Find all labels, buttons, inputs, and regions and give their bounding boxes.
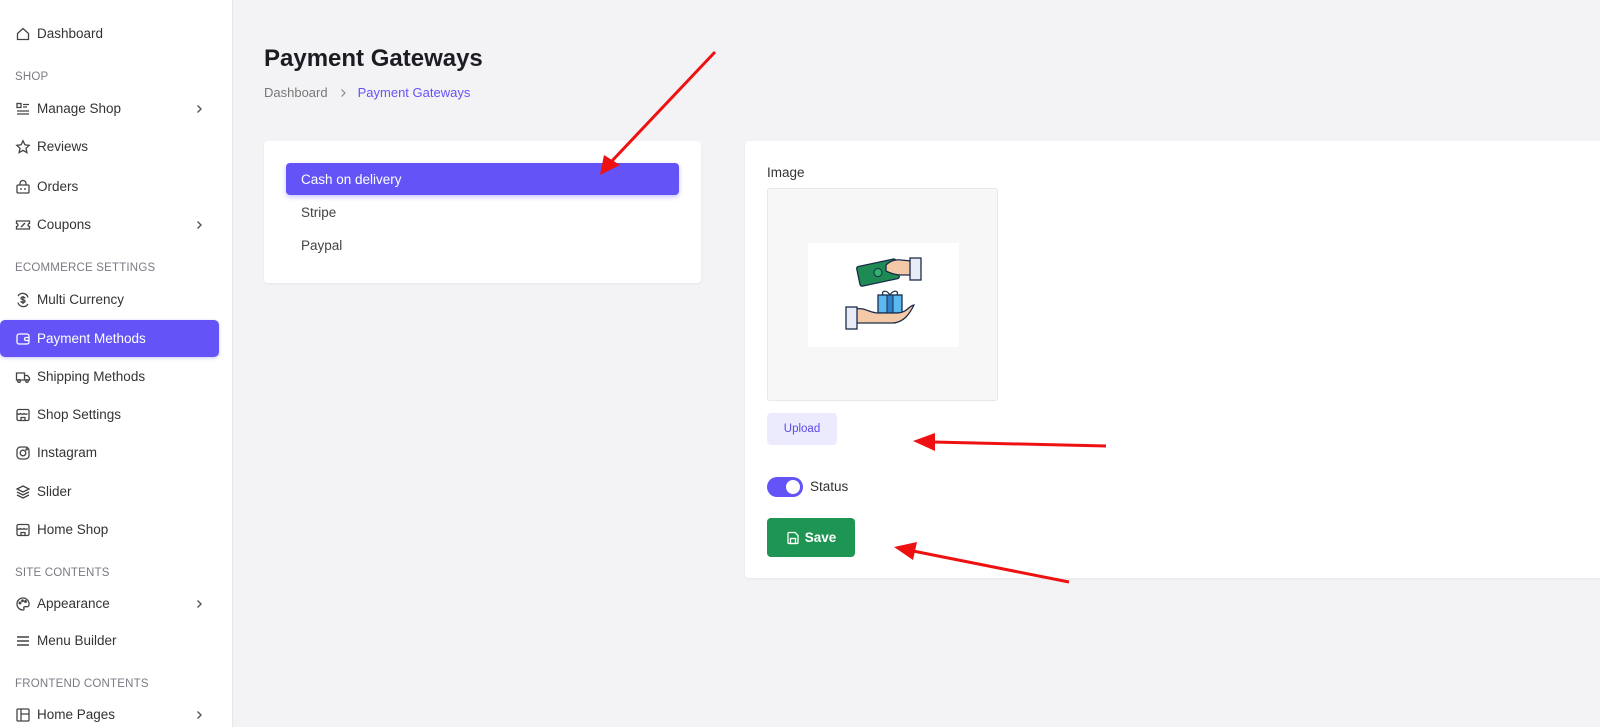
breadcrumb-current: Payment Gateways xyxy=(357,85,471,100)
gateway-item-cash-on-delivery[interactable]: Cash on delivery xyxy=(286,163,679,195)
section-heading-shop: SHOP xyxy=(15,71,49,83)
sidebar-item-label: Manage Shop xyxy=(37,101,122,116)
sidebar-item-label: Orders xyxy=(37,179,79,194)
currency-icon xyxy=(15,292,31,308)
instagram-icon xyxy=(15,445,31,461)
image-preview xyxy=(767,188,998,401)
layout-icon xyxy=(15,707,31,723)
sidebar-item-label: Reviews xyxy=(37,139,89,154)
sidebar-item-reviews[interactable]: Reviews xyxy=(0,128,219,165)
layers-icon xyxy=(15,484,31,500)
palette-icon xyxy=(15,596,31,612)
image-label: Image xyxy=(767,165,805,180)
sidebar-item-label: Coupons xyxy=(37,217,92,232)
menu-icon xyxy=(15,633,31,649)
gateway-list-card: Cash on delivery Stripe Paypal xyxy=(264,141,701,283)
breadcrumb-link-dashboard[interactable]: Dashboard xyxy=(264,85,328,100)
sidebar-item-shipping-methods[interactable]: Shipping Methods xyxy=(0,358,219,395)
ticket-icon xyxy=(15,217,31,233)
sidebar-item-appearance[interactable]: Appearance xyxy=(0,585,219,622)
gateway-form-card: Image Upload Status Save xyxy=(745,141,1600,578)
breadcrumb: Dashboard Payment Gateways xyxy=(264,85,470,100)
list-icon xyxy=(15,101,31,117)
save-button-label: Save xyxy=(804,530,837,545)
sidebar-item-label: Shipping Methods xyxy=(37,369,146,384)
status-label: Status xyxy=(810,479,849,494)
store-icon xyxy=(15,522,31,538)
gateway-item-stripe[interactable]: Stripe xyxy=(286,196,679,228)
basket-icon xyxy=(15,179,31,195)
sidebar-item-label: Shop Settings xyxy=(37,407,122,422)
upload-button[interactable]: Upload xyxy=(767,413,837,445)
sidebar-item-dashboard[interactable]: Dashboard xyxy=(0,15,219,52)
chevron-right-icon xyxy=(338,88,348,98)
home-icon xyxy=(15,26,31,42)
sidebar-item-label: Home Shop xyxy=(37,522,109,537)
section-heading-ecommerce: ECOMMERCE SETTINGS xyxy=(15,262,156,274)
chevron-right-icon xyxy=(197,220,202,229)
save-icon xyxy=(787,531,799,544)
status-toggle[interactable] xyxy=(767,477,803,497)
sidebar-item-label: Slider xyxy=(37,484,72,499)
sidebar: Dashboard SHOP Manage Shop Reviews Order… xyxy=(0,0,233,727)
chevron-right-icon xyxy=(197,599,202,608)
sidebar-item-label: Menu Builder xyxy=(37,633,117,648)
sidebar-item-instagram[interactable]: Instagram xyxy=(0,434,219,471)
sidebar-item-menu-builder[interactable]: Menu Builder xyxy=(0,622,219,659)
sidebar-item-shop-settings[interactable]: Shop Settings xyxy=(0,396,219,433)
sidebar-item-label: Home Pages xyxy=(37,707,116,722)
sidebar-item-label: Payment Methods xyxy=(37,331,146,346)
sidebar-item-label: Multi Currency xyxy=(37,292,125,307)
sidebar-item-orders[interactable]: Orders xyxy=(0,168,219,205)
store-icon xyxy=(15,407,31,423)
save-button[interactable]: Save xyxy=(767,518,855,557)
sidebar-item-label: Dashboard xyxy=(37,26,104,41)
sidebar-item-slider[interactable]: Slider xyxy=(0,473,219,510)
truck-icon xyxy=(15,369,31,385)
sidebar-item-home-shop[interactable]: Home Shop xyxy=(0,511,219,548)
chevron-right-icon xyxy=(197,710,202,719)
sidebar-item-label: Instagram xyxy=(37,445,98,460)
section-heading-frontend-contents: FRONTEND CONTENTS xyxy=(15,678,149,690)
section-heading-site-contents: SITE CONTENTS xyxy=(15,567,110,579)
star-icon xyxy=(15,138,31,155)
sidebar-item-multi-currency[interactable]: Multi Currency xyxy=(0,281,219,318)
sidebar-item-payment-methods[interactable]: Payment Methods xyxy=(0,320,219,357)
page-title: Payment Gateways xyxy=(264,45,483,72)
sidebar-item-coupons[interactable]: Coupons xyxy=(0,206,219,243)
sidebar-item-label: Appearance xyxy=(37,596,110,611)
cash-on-delivery-illustration xyxy=(808,243,959,347)
wallet-icon xyxy=(15,331,31,347)
sidebar-item-home-pages[interactable]: Home Pages xyxy=(0,696,219,727)
chevron-right-icon xyxy=(197,104,202,113)
gateway-item-paypal[interactable]: Paypal xyxy=(286,229,679,261)
toggle-knob xyxy=(786,480,800,494)
sidebar-item-manage-shop[interactable]: Manage Shop xyxy=(0,90,219,127)
